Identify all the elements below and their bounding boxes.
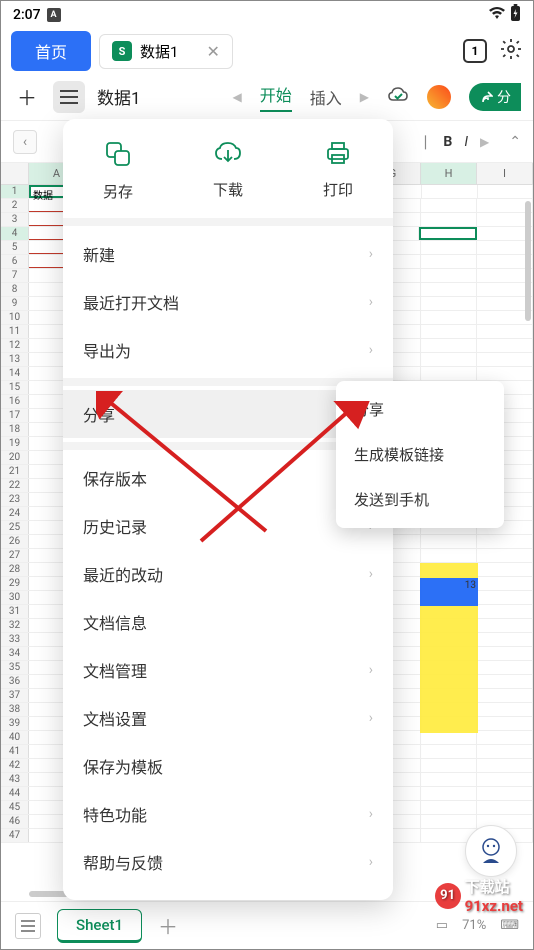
watermark: 91 下载站 91xz.net <box>435 876 523 915</box>
zoom-level[interactable]: 71% <box>462 918 486 933</box>
submenu-send-phone[interactable]: 发送到手机 <box>336 477 504 522</box>
close-tab-icon[interactable]: ✕ <box>206 42 219 61</box>
cell-annotation: 13 <box>420 578 478 606</box>
settings-icon[interactable] <box>499 37 523 65</box>
menu-export[interactable]: 导出为› <box>63 326 393 374</box>
save-as-button[interactable]: 另存 <box>103 141 133 202</box>
chevron-right-icon: › <box>369 662 373 678</box>
print-label: 打印 <box>323 179 353 200</box>
italic-button[interactable]: I <box>464 134 468 150</box>
chevron-right-icon: › <box>369 566 373 582</box>
save-as-label: 另存 <box>103 181 133 202</box>
menu-features[interactable]: 特色功能› <box>63 790 393 838</box>
col-header: H <box>421 163 477 184</box>
format-separator-icon: ❘ <box>420 134 432 150</box>
chevron-right-icon: › <box>369 294 373 310</box>
tab-start[interactable]: 开始 <box>260 82 292 112</box>
format-more-icon[interactable]: ▶ <box>480 135 489 149</box>
print-icon <box>325 141 351 171</box>
view-mode-icon[interactable]: ▭ <box>436 918 448 933</box>
hamburger-menu[interactable] <box>53 81 85 113</box>
sheet-tab-active[interactable]: Sheet1 <box>57 909 142 943</box>
tab-insert[interactable]: 插入 <box>310 85 342 109</box>
add-sheet-button[interactable]: ＋ <box>158 911 178 940</box>
home-button[interactable]: 首页 <box>11 31 91 71</box>
menu-doc-info[interactable]: 文档信息 <box>63 598 393 646</box>
battery-icon <box>510 4 521 26</box>
top-tabs: 首页 S 数据1 ✕ 1 <box>1 29 533 73</box>
tab-count[interactable]: 1 <box>463 39 487 63</box>
status-bar: 2:07 A <box>1 1 533 29</box>
menu-recent[interactable]: 最近打开文档› <box>63 278 393 326</box>
keyboard-toggle-icon[interactable]: ⌨ <box>500 918 519 933</box>
format-prev-icon[interactable]: ‹ <box>13 130 37 154</box>
menu-new[interactable]: 新建› <box>63 230 393 278</box>
assistant-button[interactable] <box>465 825 517 877</box>
chevron-right-icon: › <box>369 710 373 726</box>
share-button[interactable]: 分 <box>469 83 521 111</box>
chevron-right-icon: › <box>369 806 373 822</box>
menu-prev-icon[interactable]: ◀ <box>233 90 242 104</box>
menu-feedback[interactable]: 帮助与反馈› <box>63 838 393 886</box>
menu-recent-changes[interactable]: 最近的改动› <box>63 550 393 598</box>
document-tab-label: 数据1 <box>140 41 178 62</box>
status-time: 2:07 <box>13 7 41 23</box>
col-header: I <box>477 163 533 184</box>
chevron-right-icon: › <box>369 246 373 262</box>
download-icon <box>214 141 242 171</box>
submenu-share[interactable]: 分享 <box>336 387 504 432</box>
watermark-logo: 91 <box>435 883 461 909</box>
submenu-gen-link[interactable]: 生成模板链接 <box>336 432 504 477</box>
vertical-scrollbar[interactable] <box>525 201 531 881</box>
status-badge: A <box>47 8 61 22</box>
bold-button[interactable]: B <box>443 134 452 150</box>
document-name: 数据1 <box>97 84 141 109</box>
sheet-list-button[interactable] <box>15 913 41 939</box>
toolbar: ＋ 数据1 ◀ 开始 插入 ▶ 分 <box>1 73 533 121</box>
share-button-label: 分 <box>497 87 511 107</box>
chevron-right-icon: › <box>369 854 373 870</box>
add-icon[interactable]: ＋ <box>13 83 41 111</box>
chevron-right-icon: › <box>369 342 373 358</box>
document-tab[interactable]: S 数据1 ✕ <box>99 34 233 69</box>
print-button[interactable]: 打印 <box>323 141 353 202</box>
user-avatar[interactable] <box>427 85 451 109</box>
menu-next-icon[interactable]: ▶ <box>360 90 369 104</box>
menu-doc-manage[interactable]: 文档管理› <box>63 646 393 694</box>
wifi-icon <box>488 6 506 24</box>
cloud-sync-icon[interactable] <box>387 86 409 108</box>
menu-doc-settings[interactable]: 文档设置› <box>63 694 393 742</box>
share-submenu: 分享 生成模板链接 发送到手机 <box>336 381 504 528</box>
sheet-app-icon: S <box>112 41 132 61</box>
download-label: 下载 <box>213 179 243 200</box>
save-as-icon <box>105 141 131 173</box>
download-button[interactable]: 下载 <box>213 141 243 202</box>
menu-save-template[interactable]: 保存为模板 <box>63 742 393 790</box>
collapse-icon[interactable]: ⌃ <box>509 134 521 150</box>
select-all-corner[interactable] <box>1 163 29 184</box>
